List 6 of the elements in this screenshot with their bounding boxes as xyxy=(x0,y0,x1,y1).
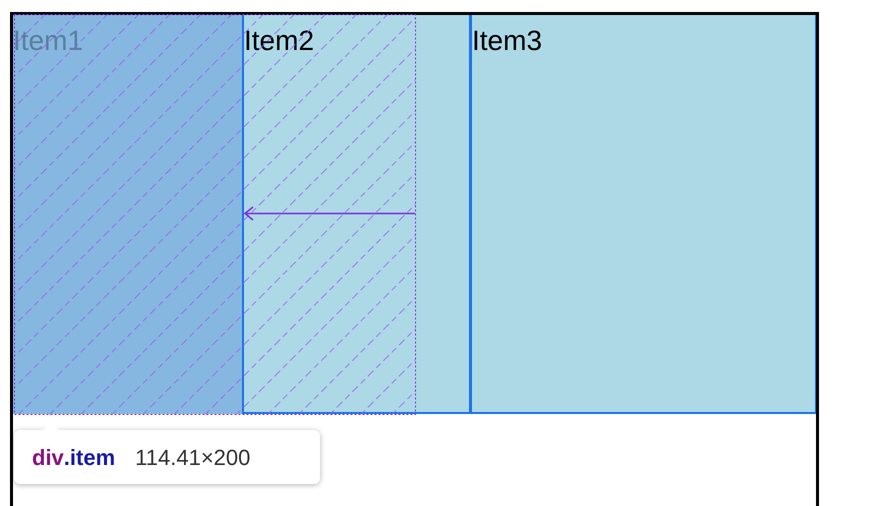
item-label: Item3 xyxy=(472,25,542,56)
element-size: 114.41×200 xyxy=(135,444,250,472)
item-label: Item1 xyxy=(13,25,84,56)
item-label: Item2 xyxy=(244,25,314,56)
tag-name: div xyxy=(32,444,64,472)
class-name: .item xyxy=(64,444,116,472)
